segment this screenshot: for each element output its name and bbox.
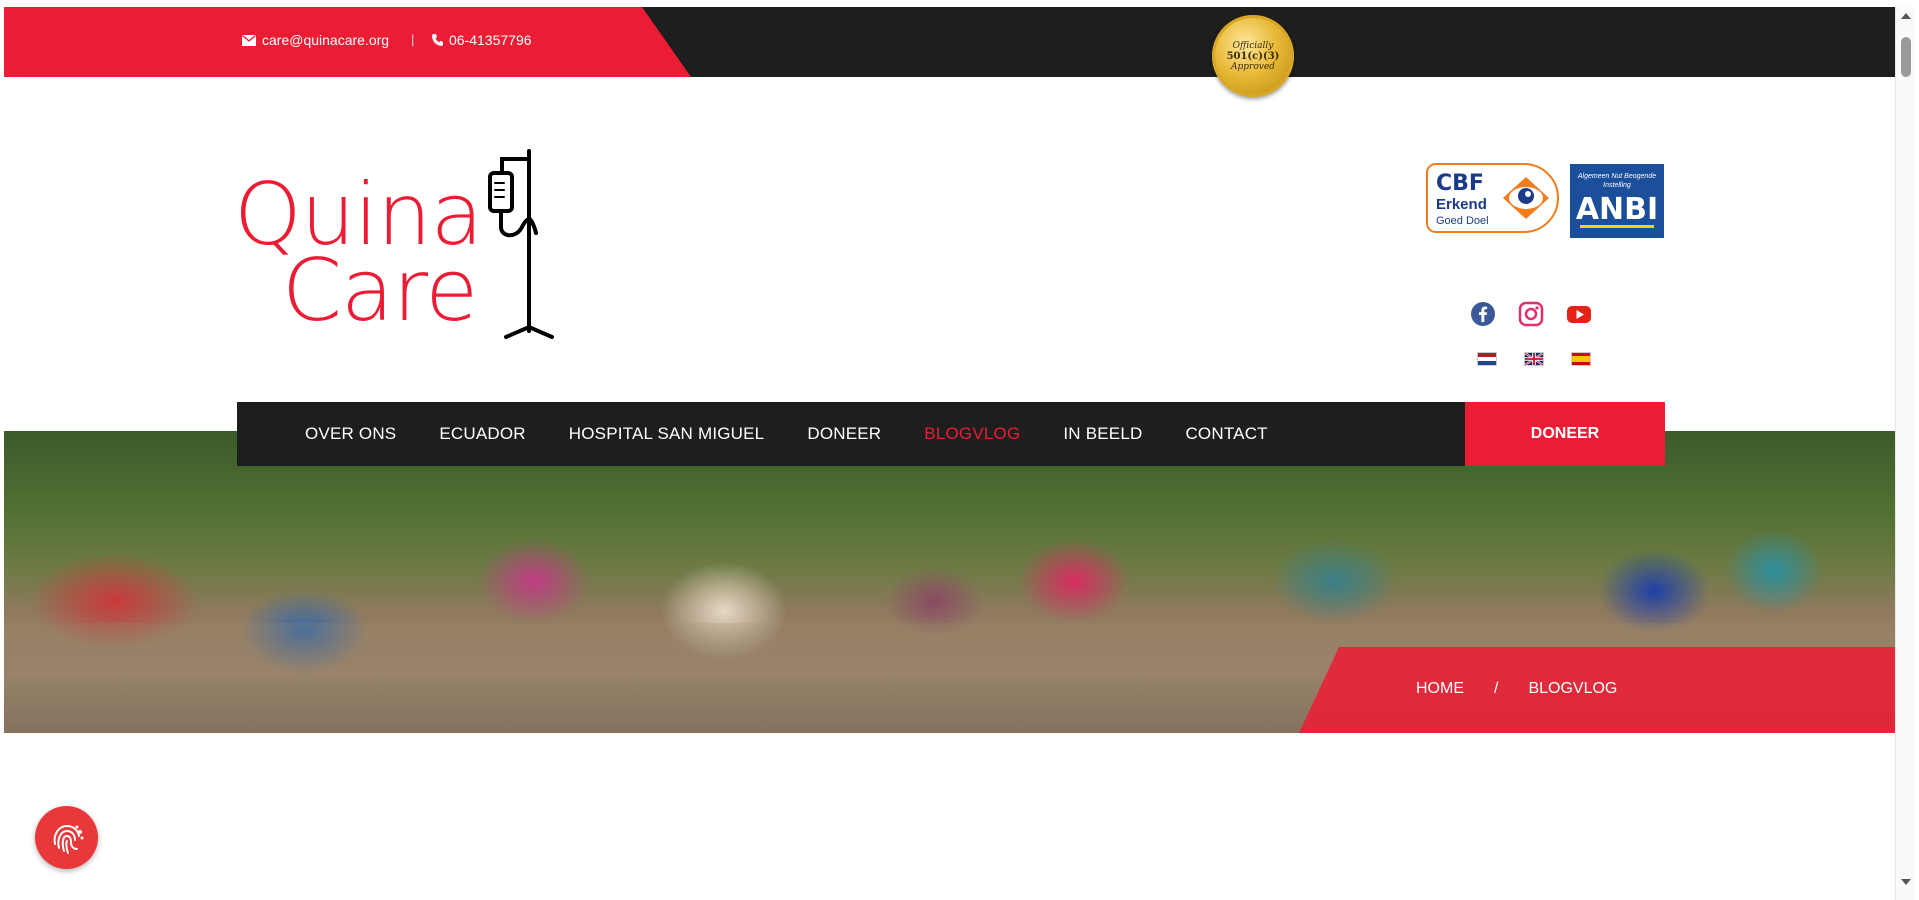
breadcrumb-separator: / [1494, 680, 1499, 697]
flag-gb-icon[interactable] [1524, 352, 1544, 366]
nav-item-in-beeld[interactable]: IN BEELD [1063, 424, 1142, 444]
facebook-icon[interactable] [1470, 301, 1496, 327]
501c3-seal: Officially 501(c)(3) Approved [1212, 15, 1294, 97]
youtube-icon[interactable] [1566, 301, 1592, 327]
eye-icon [1503, 177, 1549, 219]
scroll-up-icon[interactable] [1901, 13, 1911, 19]
contact-email-link[interactable]: care@quinacare.org [242, 32, 389, 48]
seal-line-1: Officially [1232, 40, 1274, 51]
fingerprint-icon [53, 824, 83, 854]
seal-line-3: Approved [1231, 61, 1275, 72]
scroll-down-icon[interactable] [1901, 879, 1911, 885]
nav-item-over-ons[interactable]: OVER ONS [305, 424, 396, 444]
flag-es-icon[interactable] [1571, 352, 1591, 366]
breadcrumb-current: BLOGVLOG [1528, 680, 1618, 697]
flag-nl-icon[interactable] [1477, 352, 1497, 366]
cbf-badge[interactable]: CBF Erkend Goed Doel [1426, 163, 1559, 233]
main-nav: OVER ONS ECUADOR HOSPITAL SAN MIGUEL DON… [237, 402, 1665, 466]
cbf-badge-line-2: Erkend [1436, 196, 1487, 213]
breadcrumb-home-link[interactable]: HOME [1416, 680, 1464, 698]
contact-phone-text: 06-41357796 [449, 32, 532, 48]
donate-button[interactable]: DONEER [1465, 402, 1665, 466]
page: care@quinacare.org | 06-41357796 Officia… [4, 7, 1895, 900]
nav-item-contact[interactable]: CONTACT [1185, 424, 1267, 444]
nav-item-doneer[interactable]: DONEER [807, 424, 881, 444]
page-scrollbar[interactable] [1895, 7, 1915, 900]
top-bar: care@quinacare.org | 06-41357796 [4, 7, 1895, 77]
logo-wordmark: Quina Care [234, 172, 483, 334]
cbf-badge-title: CBF [1436, 171, 1484, 196]
contact-phone-link[interactable]: 06-41357796 [432, 32, 532, 48]
anbi-badge-subtitle: Algemeen Nut Beogende Instelling [1577, 173, 1657, 189]
anbi-badge-underline [1580, 225, 1654, 228]
breadcrumb: HOME / BLOGVLOG [1416, 680, 1617, 698]
site-logo[interactable]: Quina Care [234, 147, 564, 347]
nav-menu: OVER ONS ECUADOR HOSPITAL SAN MIGUEL DON… [237, 402, 1311, 466]
contact-separator: | [411, 32, 415, 47]
phone-icon [432, 34, 443, 46]
anbi-badge-title: ANBI [1575, 192, 1659, 227]
nav-item-ecuador[interactable]: ECUADOR [439, 424, 525, 444]
anbi-badge[interactable]: Algemeen Nut Beogende Instelling ANBI [1570, 164, 1664, 238]
contact-email-text: care@quinacare.org [262, 32, 390, 48]
instagram-icon[interactable] [1518, 301, 1544, 327]
cookie-settings-button[interactable] [35, 806, 98, 869]
seal-line-2: 501(c)(3) [1226, 50, 1280, 62]
nav-item-hospital-san-miguel[interactable]: HOSPITAL SAN MIGUEL [569, 424, 765, 444]
cbf-badge-line-3: Goed Doel [1436, 215, 1489, 227]
scrollbar-thumb[interactable] [1901, 37, 1911, 77]
iv-drip-icon [488, 149, 554, 339]
nav-item-blogvlog[interactable]: BLOGVLOG [924, 424, 1020, 444]
envelope-icon [242, 34, 256, 46]
